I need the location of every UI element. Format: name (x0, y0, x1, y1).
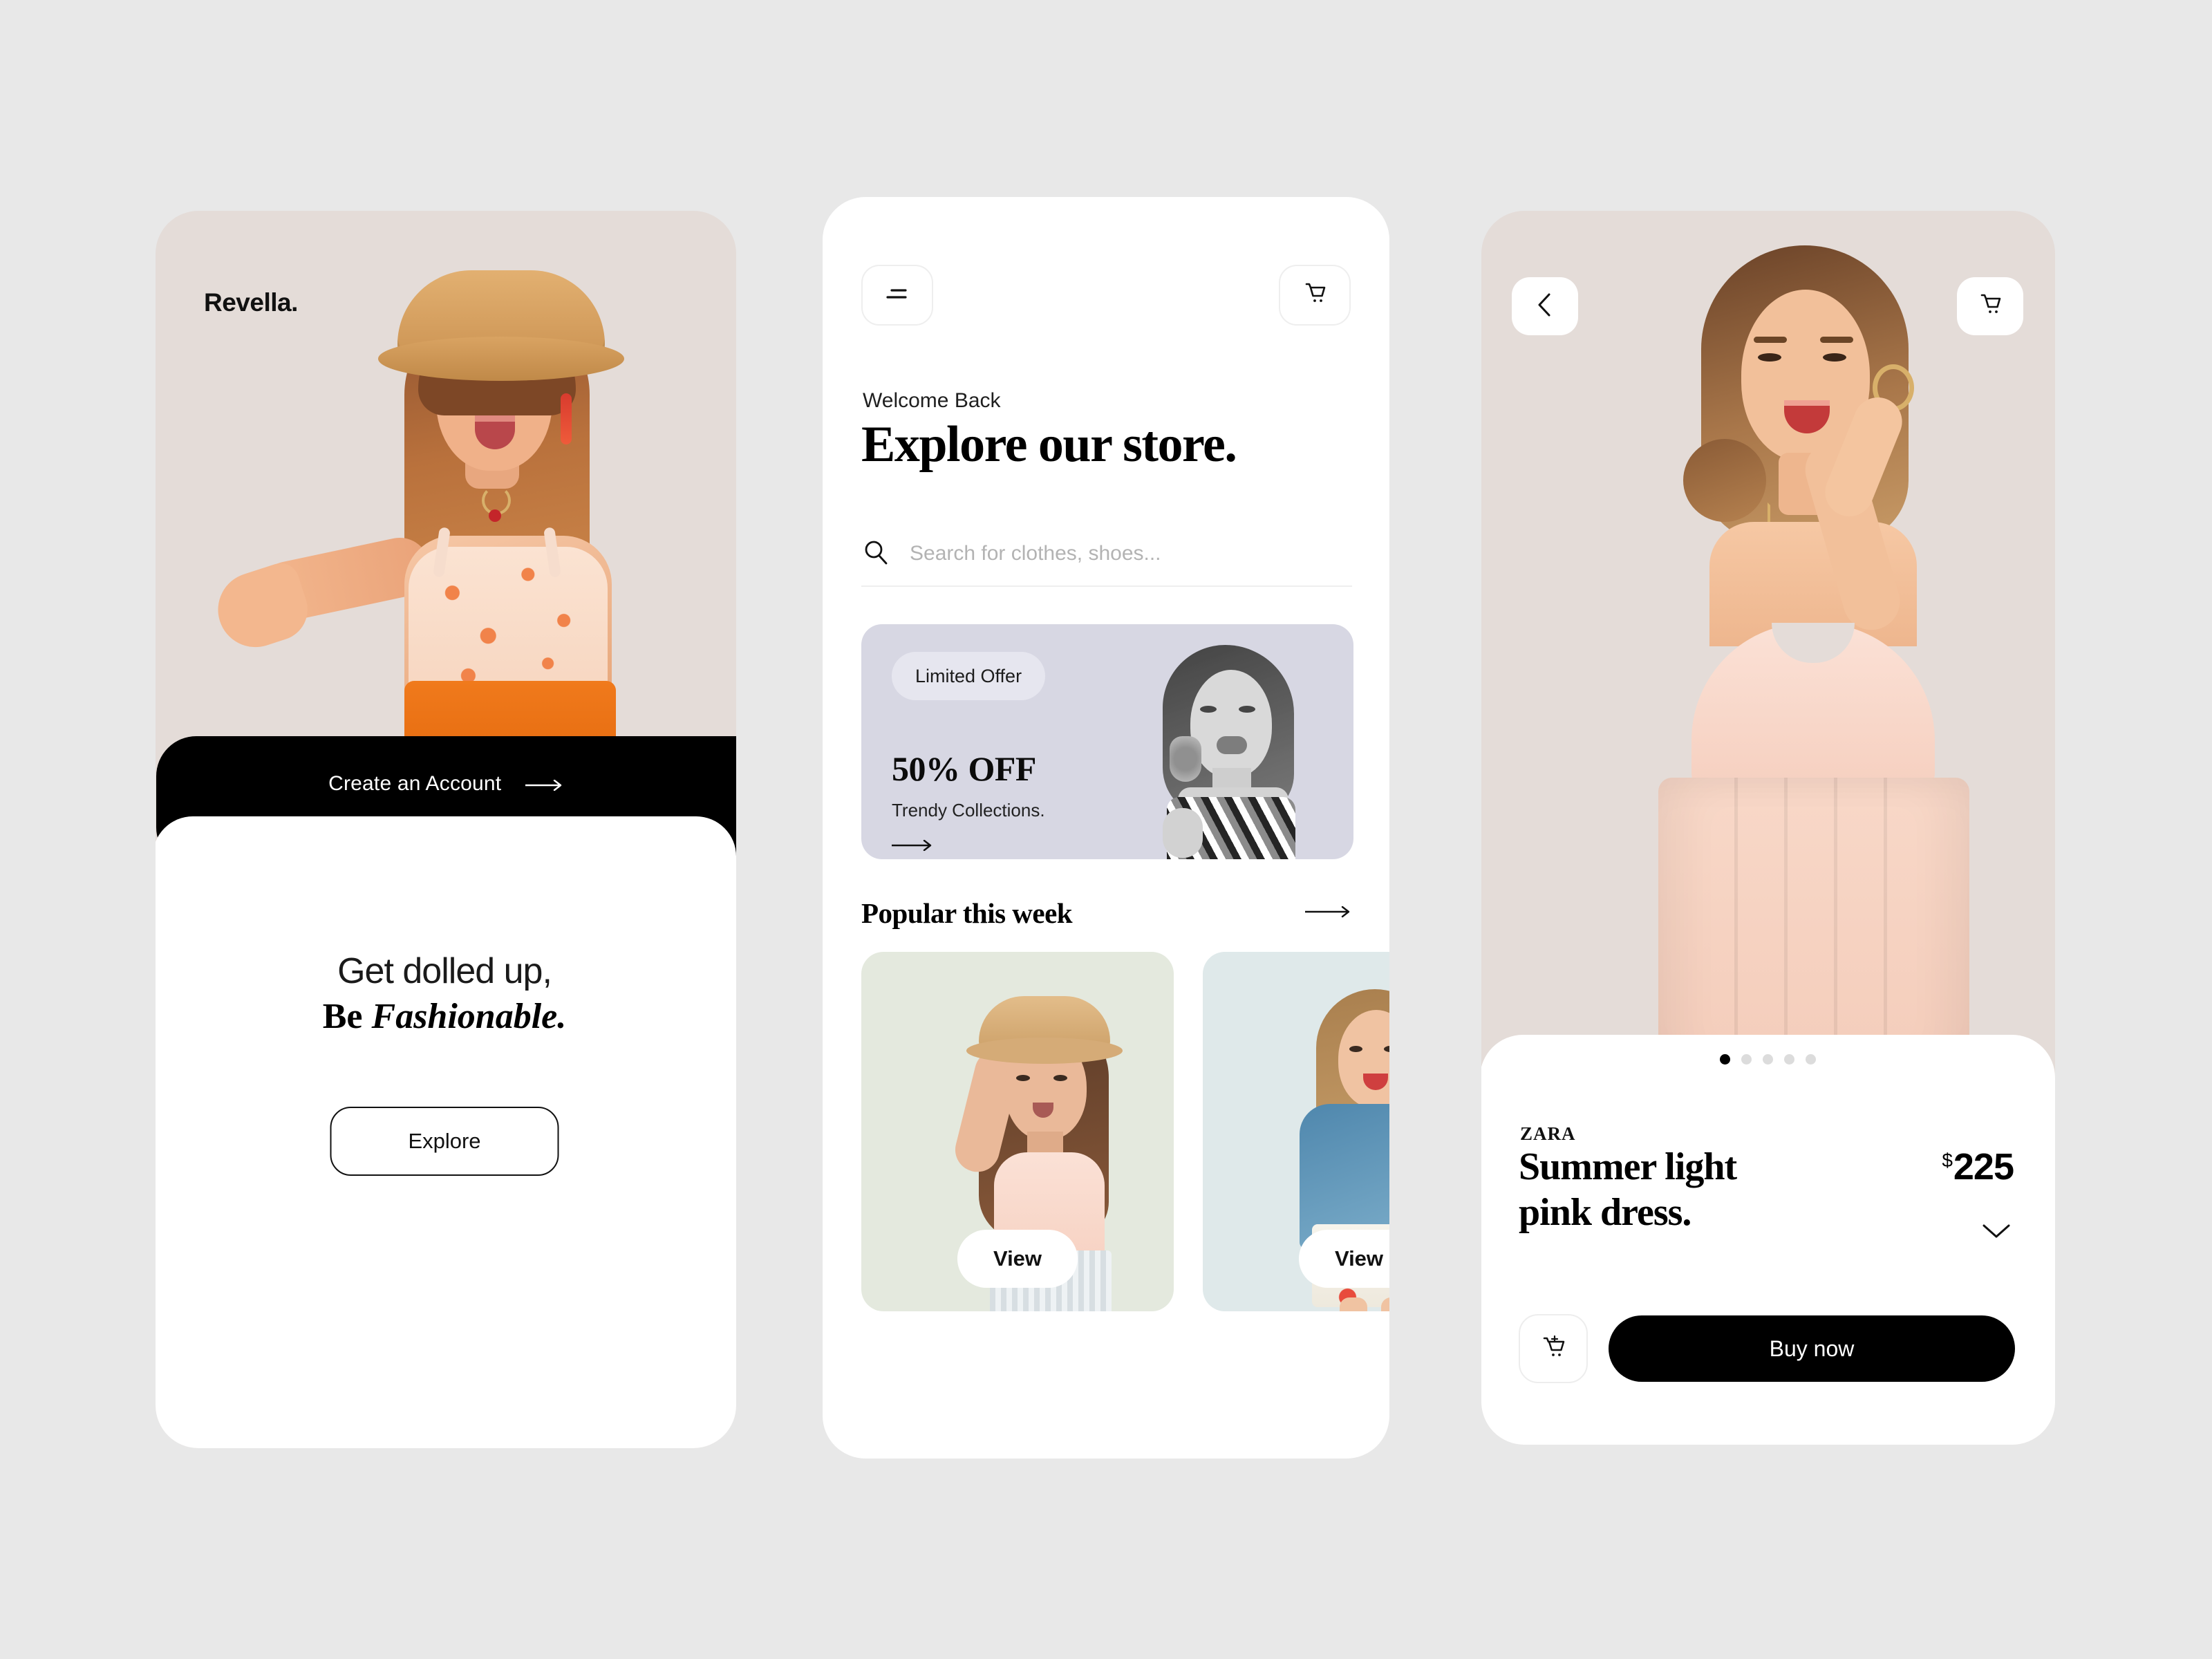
product-actions: Buy now (1519, 1314, 2015, 1383)
search-icon (861, 538, 890, 570)
search-input[interactable]: Search for clothes, shoes... (861, 522, 1352, 587)
headline-plain: Be (322, 997, 372, 1036)
product-card[interactable]: View (861, 952, 1174, 1311)
banner-arrow-right-icon[interactable] (890, 839, 935, 854)
product-topbar (1512, 277, 2023, 335)
promo-model-illustration (1124, 639, 1324, 859)
limited-offer-badge: Limited Offer (892, 652, 1046, 700)
promo-banner[interactable]: Limited Offer 50% OFF Trendy Collections… (861, 624, 1353, 859)
discount-text: 50% OFF (892, 749, 1036, 788)
product-carousel[interactable]: View View (861, 952, 1389, 1311)
headline-line-1: Get dolled up, (337, 951, 552, 991)
buy-now-button[interactable]: Buy now (1609, 1315, 2015, 1382)
section-title: Popular this week (861, 897, 1073, 929)
carousel-dot[interactable] (1719, 1054, 1730, 1065)
carousel-pagination[interactable] (1481, 1054, 2055, 1065)
carousel-dot[interactable] (1741, 1054, 1752, 1065)
carousel-dot[interactable] (1783, 1054, 1794, 1065)
cart-button[interactable] (1279, 265, 1351, 326)
popular-section-header: Popular this week (861, 897, 1353, 930)
shopping-cart-icon (1300, 279, 1329, 312)
hero-model-illustration (208, 245, 688, 736)
back-button[interactable] (1512, 277, 1578, 335)
product-hero-illustration (1606, 232, 1993, 1068)
app-logo: Revella. (204, 288, 298, 317)
cart-button[interactable] (1957, 277, 2023, 335)
product-title-line-1: Summer light (1519, 1145, 1737, 1188)
view-button[interactable]: View (1298, 1230, 1389, 1288)
banner-subtitle: Trendy Collections. (892, 800, 1045, 821)
welcome-text: Welcome Back (863, 389, 1001, 412)
carousel-dot[interactable] (1762, 1054, 1773, 1065)
carousel-dot[interactable] (1805, 1054, 1816, 1065)
view-button[interactable]: View (957, 1230, 1078, 1288)
arrow-right-icon (524, 773, 564, 796)
cart-plus-icon (1538, 1332, 1568, 1366)
product-price: $225 (1942, 1145, 2014, 1188)
hamburger-menu-icon (883, 285, 911, 306)
onboarding-panel: Get dolled up, Be Fashionable. Explore (156, 816, 736, 1448)
store-screen: Welcome Back Explore our store. Search f… (823, 197, 1389, 1459)
chevron-left-icon (1534, 291, 1556, 322)
headline-italic: Fashionable. (371, 997, 567, 1036)
onboarding-screen: Revella. Create an Account Get dolled up… (156, 211, 736, 1448)
store-topbar (861, 265, 1351, 326)
onboarding-headline: Get dolled up, Be Fashionable. (156, 949, 736, 1039)
menu-button[interactable] (861, 265, 933, 326)
create-account-label-row: Create an Account (156, 772, 736, 796)
chevron-down-icon (1980, 1224, 2012, 1244)
screens-canvas: Revella. Create an Account Get dolled up… (0, 0, 2212, 1659)
product-card[interactable]: View (1203, 952, 1389, 1311)
expand-details-button[interactable] (1980, 1221, 2012, 1244)
product-info-sheet: ZARA Summer light pink dress. $225 Buy n… (1481, 1035, 2055, 1445)
product-detail-screen: ZARA Summer light pink dress. $225 Buy n… (1481, 211, 2055, 1445)
section-arrow-right-icon[interactable] (1304, 906, 1353, 921)
add-to-cart-button[interactable] (1519, 1314, 1588, 1383)
price-value: 225 (1953, 1146, 2014, 1188)
product-title-line-2: pink dress. (1519, 1191, 1691, 1235)
shopping-cart-icon (1976, 290, 2005, 323)
product-title: Summer light pink dress. (1519, 1144, 1737, 1235)
currency-symbol: $ (1942, 1150, 1953, 1171)
search-placeholder: Search for clothes, shoes... (910, 542, 1161, 565)
brand-name: ZARA (1520, 1123, 1576, 1144)
store-title: Explore our store. (861, 416, 1237, 473)
explore-button[interactable]: Explore (330, 1107, 559, 1176)
create-account-label: Create an Account (328, 772, 502, 795)
headline-line-2: Be Fashionable. (156, 994, 736, 1039)
